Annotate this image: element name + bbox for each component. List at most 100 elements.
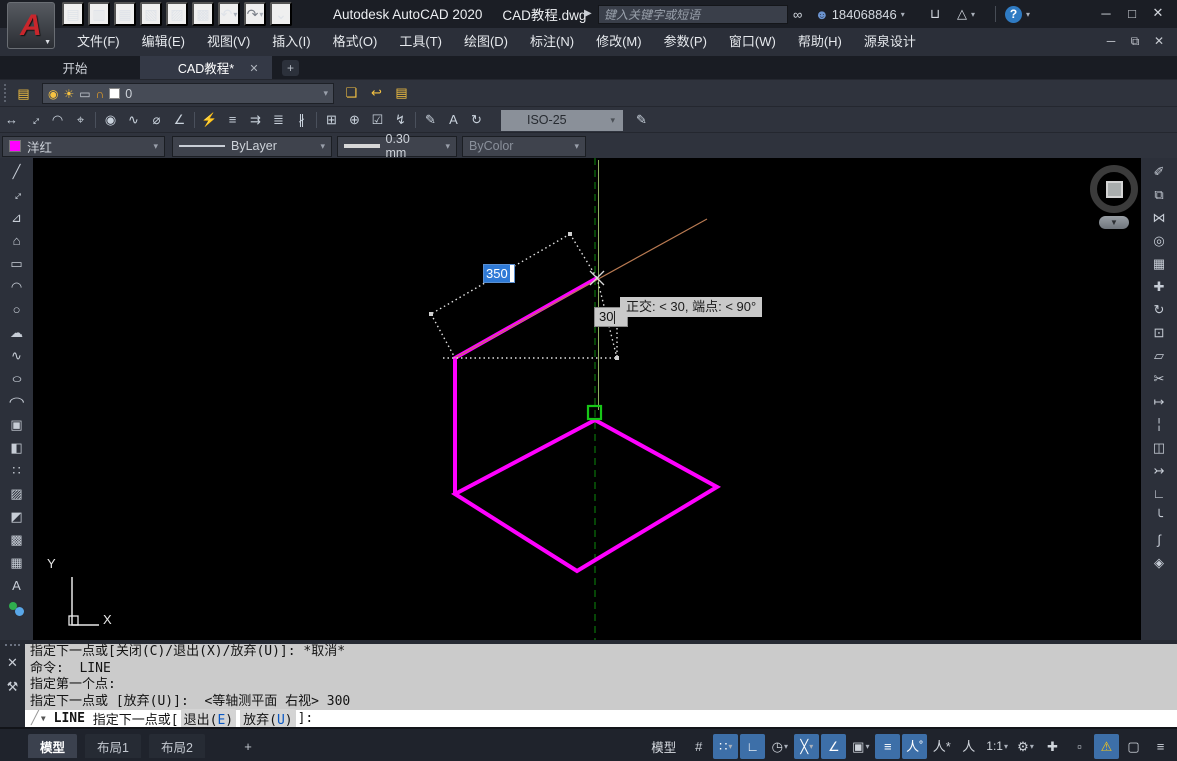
osnap-tracking-icon[interactable]: ∠▾ <box>821 734 846 759</box>
menu-item[interactable]: 参数(P) <box>653 28 718 56</box>
erase-icon[interactable]: ✐ <box>1146 160 1172 183</box>
save-icon[interactable]: ▦▾ <box>114 2 136 26</box>
offset-icon[interactable]: ◎ <box>1146 229 1172 252</box>
undo-icon[interactable]: ↶▾ <box>218 2 240 26</box>
linetype-combo-arrow-icon[interactable]: ▾ <box>320 141 325 152</box>
doc-minimize-button[interactable]: ─ <box>1101 28 1121 54</box>
command-close-icon[interactable]: ✕ <box>4 654 21 671</box>
make-current-layer-icon[interactable]: ❏ <box>340 81 363 104</box>
copy-icon[interactable]: ⧉ <box>1146 183 1172 206</box>
dropdown-arrow-icon[interactable]: ▾ <box>1030 742 1034 751</box>
add-layout-button[interactable]: + <box>238 734 258 758</box>
annotation-visibility-icon[interactable]: 人˚▾ <box>902 734 927 759</box>
move-icon[interactable]: ✚ <box>1146 275 1172 298</box>
menu-item[interactable]: 插入(I) <box>261 28 321 56</box>
separator[interactable] <box>313 108 320 131</box>
annotation-scale-icon[interactable]: 人▾ <box>956 734 981 759</box>
viewcube-menu-button[interactable]: ▼ <box>1099 216 1129 229</box>
insert-block-icon[interactable]: ▣ <box>4 413 30 436</box>
command-grip[interactable] <box>5 644 20 648</box>
dropdown-arrow-icon[interactable]: ▾ <box>809 742 813 751</box>
menu-item[interactable]: 修改(M) <box>585 28 653 56</box>
user-dropdown-icon[interactable]: ▾ <box>901 10 905 19</box>
command-input-line[interactable]: ╱ ▼ LINE 指定下一点或[ 退出(E) 放弃(U) ]: <box>25 710 1177 727</box>
search-input[interactable] <box>599 7 787 24</box>
angular-dimension-icon[interactable]: ∠ <box>168 108 191 131</box>
maximize-button[interactable]: □ <box>1119 0 1145 26</box>
search-expand-icon[interactable]: ▶ <box>584 8 592 19</box>
doc-restore-button[interactable]: ⧉ <box>1125 28 1145 54</box>
new-file-icon[interactable]: ▤▾ <box>62 2 84 26</box>
save-as-icon[interactable]: ▧▾ <box>140 2 162 26</box>
separator[interactable] <box>191 108 198 131</box>
object-color-combo[interactable]: 洋红 ▾ <box>2 136 165 157</box>
explode-icon[interactable]: ◈ <box>1146 551 1172 574</box>
menu-item[interactable]: 绘图(D) <box>453 28 519 56</box>
stretch-icon[interactable]: ▱ <box>1146 344 1172 367</box>
viewport-freeze-icon[interactable]: ▭ <box>79 87 90 101</box>
separator[interactable] <box>412 108 419 131</box>
layout-tab[interactable]: 布局2 <box>149 734 205 758</box>
qat-customize-icon[interactable]: ⌄▾ <box>270 2 292 26</box>
menu-item[interactable]: 帮助(H) <box>787 28 853 56</box>
dimension-break-icon[interactable]: ∦ <box>290 108 313 131</box>
rectangle-icon[interactable]: ▭ <box>4 252 30 275</box>
ortho-icon[interactable]: ∟▾ <box>740 734 765 759</box>
color-combo-arrow-icon[interactable]: ▾ <box>153 141 158 152</box>
model-space-button[interactable]: 模型 <box>643 734 684 759</box>
tab-close-icon[interactable]: ✕ <box>246 60 262 76</box>
blend-curves-icon[interactable]: ∫ <box>1146 528 1172 551</box>
dimension-style-combo[interactable]: ISO-25 ▾ <box>501 110 623 131</box>
menu-item[interactable]: 格式(O) <box>322 28 389 56</box>
dynamic-input-length[interactable]: 350 <box>483 264 515 283</box>
minimize-button[interactable]: ─ <box>1093 0 1119 26</box>
dimstyle-combo-arrow-icon[interactable]: ▾ <box>610 115 615 126</box>
separator[interactable] <box>92 108 99 131</box>
lineweight-combo[interactable]: 0.30 mm ▾ <box>337 136 457 157</box>
grid-icon[interactable]: #▾ <box>686 734 711 759</box>
linear-dimension-icon[interactable]: ↔ <box>0 108 23 131</box>
mirror-icon[interactable]: ⋈ <box>1146 206 1172 229</box>
array-icon[interactable]: ▦ <box>1146 252 1172 275</box>
dropdown-arrow-icon[interactable]: ▾ <box>728 742 732 751</box>
layer-states-icon[interactable]: ▤ <box>390 81 413 104</box>
dimension-text-edit-icon[interactable]: A <box>442 108 465 131</box>
plotstyle-combo-arrow-icon[interactable]: ▾ <box>574 141 579 152</box>
clean-screen-icon[interactable]: ▢▾ <box>1121 734 1146 759</box>
viewcube-compass[interactable] <box>1090 165 1138 213</box>
dimension-update-icon[interactable]: ↻ <box>465 108 488 131</box>
radius-dimension-icon[interactable]: ◉ <box>99 108 122 131</box>
menu-item[interactable]: 工具(T) <box>388 28 453 56</box>
close-button[interactable]: ✕ <box>1145 0 1171 26</box>
dropdown-arrow-icon[interactable]: ▾ <box>259 10 263 19</box>
snap-mode-icon[interactable]: ∷▾ <box>713 734 738 759</box>
signin-area[interactable]: ☻ 184068846 ▾ <box>815 0 905 28</box>
search-icon[interactable]: ∞ <box>793 0 802 28</box>
revision-cloud-icon[interactable]: ☁ <box>4 321 30 344</box>
viewcube-face[interactable] <box>1106 181 1123 198</box>
table-icon[interactable]: ▦ <box>4 551 30 574</box>
join-icon[interactable]: ↣ <box>1146 459 1172 482</box>
dimension-space-icon[interactable]: ≣ <box>267 108 290 131</box>
annotation-scale-value[interactable]: 1:1▾ <box>983 734 1011 759</box>
jogged-dimension-icon[interactable]: ∿ <box>122 108 145 131</box>
ordinate-dimension-icon[interactable]: ⌖ <box>69 108 92 131</box>
menu-item[interactable]: 文件(F) <box>66 28 131 56</box>
spline-icon[interactable]: ∿ <box>4 344 30 367</box>
layer-unlock-icon[interactable]: ∩ <box>96 87 105 101</box>
polar-tracking-icon[interactable]: ◷▾ <box>767 734 792 759</box>
option-undo-button[interactable]: 放弃(U) <box>240 709 295 728</box>
fillet-icon[interactable]: ╰ <box>1146 505 1172 528</box>
graphics-performance-icon[interactable]: ⚠▾ <box>1094 734 1119 759</box>
menu-item[interactable]: 标注(N) <box>519 28 585 56</box>
menu-item[interactable]: 编辑(E) <box>131 28 196 56</box>
command-tools-wrench-icon[interactable]: ⚒ <box>4 678 21 695</box>
new-tab-button[interactable]: + <box>282 60 299 76</box>
autodesk-apps-icon[interactable]: △▾ <box>957 0 975 28</box>
polygon-icon[interactable]: ⌂ <box>4 229 30 252</box>
option-exit-button[interactable]: 退出(E) <box>181 709 236 728</box>
continue-dimension-icon[interactable]: ⇉ <box>244 108 267 131</box>
lineweight-icon[interactable]: ≡▾ <box>875 734 900 759</box>
layer-on-bulb-icon[interactable]: ◉ <box>48 87 58 101</box>
app-store-cart-icon[interactable]: ⊔ <box>930 0 940 28</box>
